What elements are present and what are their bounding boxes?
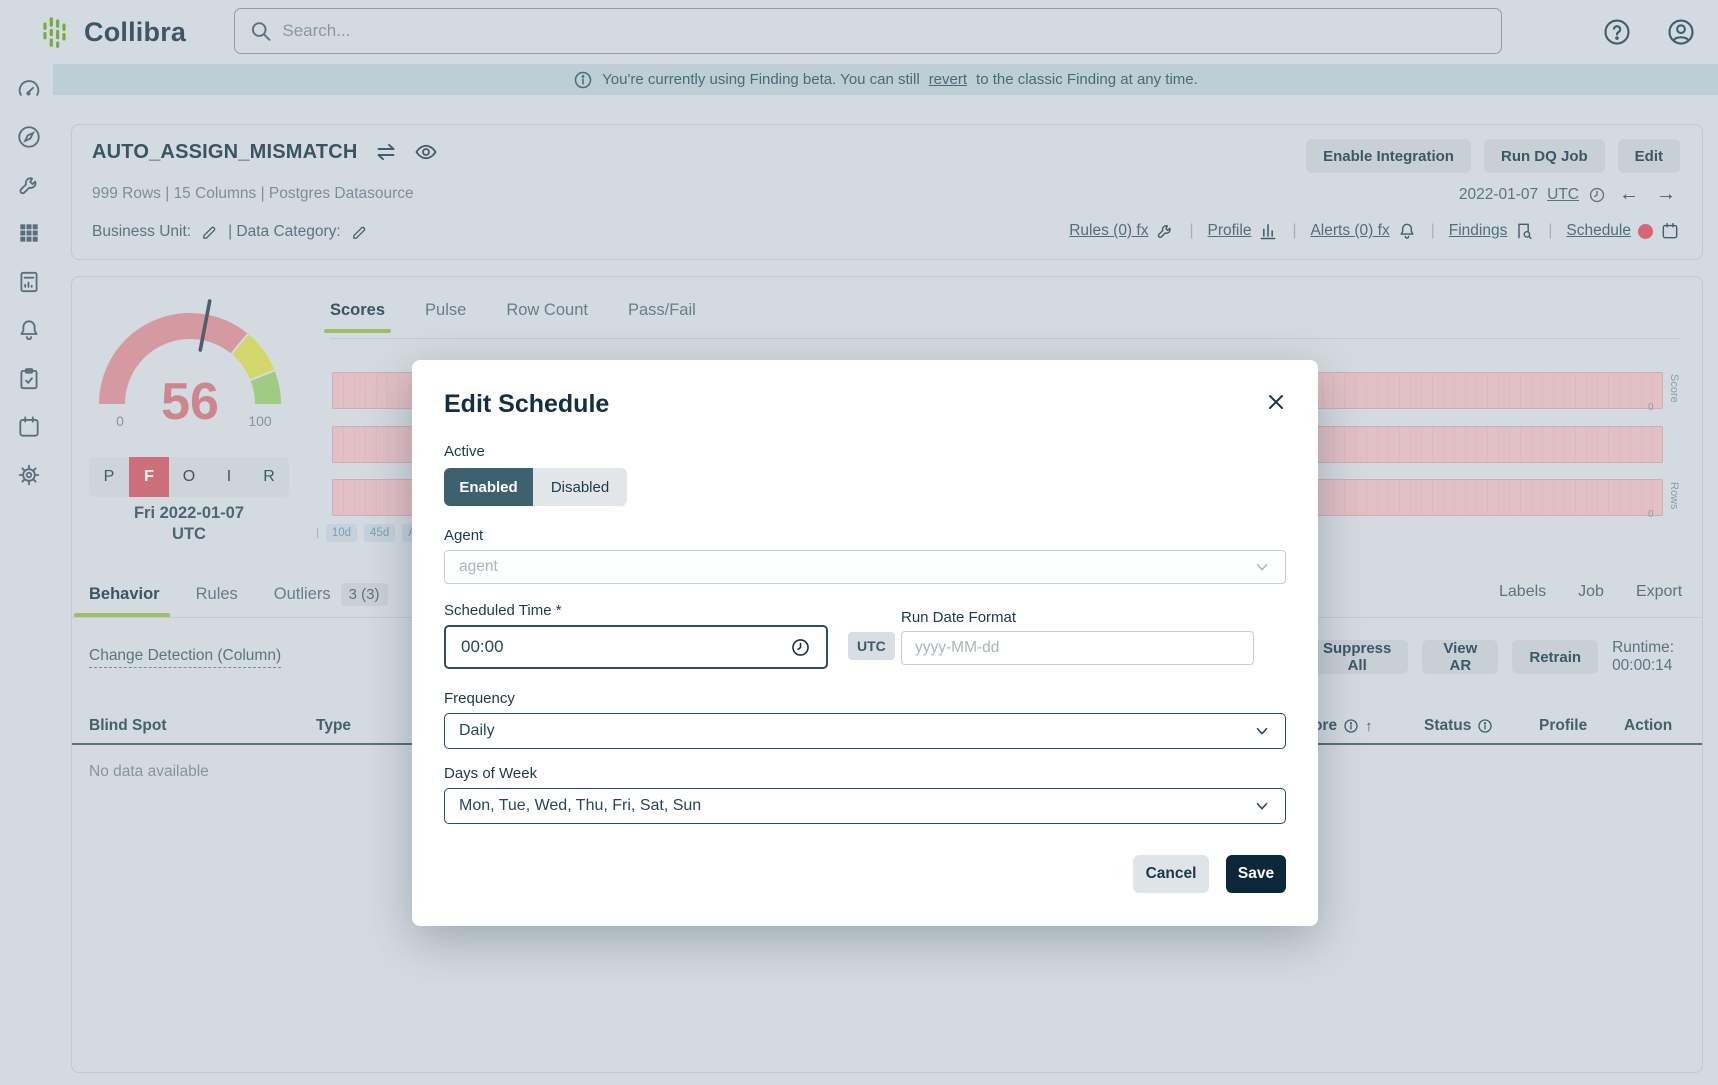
scheduled-time-label: Scheduled Time * xyxy=(444,602,562,619)
run-date-format-label: Run Date Format xyxy=(901,609,1016,626)
agent-label: Agent xyxy=(444,527,483,544)
cancel-button[interactable]: Cancel xyxy=(1133,855,1209,893)
scheduled-time-input[interactable] xyxy=(461,637,711,657)
chevron-down-icon xyxy=(1253,722,1271,740)
run-date-input-wrapper xyxy=(901,631,1254,665)
modal-title: Edit Schedule xyxy=(444,390,609,419)
chevron-down-icon xyxy=(1253,797,1271,815)
save-button[interactable]: Save xyxy=(1226,855,1286,893)
agent-select[interactable]: agent xyxy=(444,550,1286,584)
clock-icon[interactable] xyxy=(790,637,811,658)
active-label: Active xyxy=(444,443,485,460)
agent-placeholder: agent xyxy=(459,558,498,576)
days-of-week-select[interactable]: Mon, Tue, Wed, Thu, Fri, Sat, Sun xyxy=(444,788,1286,824)
active-toggle: Enabled Disabled xyxy=(444,468,627,506)
edit-schedule-modal: Edit Schedule Active Enabled Disabled Ag… xyxy=(412,360,1318,926)
enabled-option[interactable]: Enabled xyxy=(444,468,533,506)
frequency-select[interactable]: Daily xyxy=(444,713,1286,749)
days-of-week-value: Mon, Tue, Wed, Thu, Fri, Sat, Sun xyxy=(459,797,701,815)
run-date-format-input[interactable] xyxy=(915,639,1240,657)
disabled-option[interactable]: Disabled xyxy=(533,468,627,506)
frequency-label: Frequency xyxy=(444,690,515,707)
scheduled-time-input-wrapper xyxy=(444,625,828,669)
frequency-value: Daily xyxy=(459,722,495,740)
utc-badge: UTC xyxy=(848,632,895,660)
days-of-week-label: Days of Week xyxy=(444,765,537,782)
chevron-down-icon xyxy=(1253,558,1271,576)
close-icon[interactable] xyxy=(1264,390,1288,414)
